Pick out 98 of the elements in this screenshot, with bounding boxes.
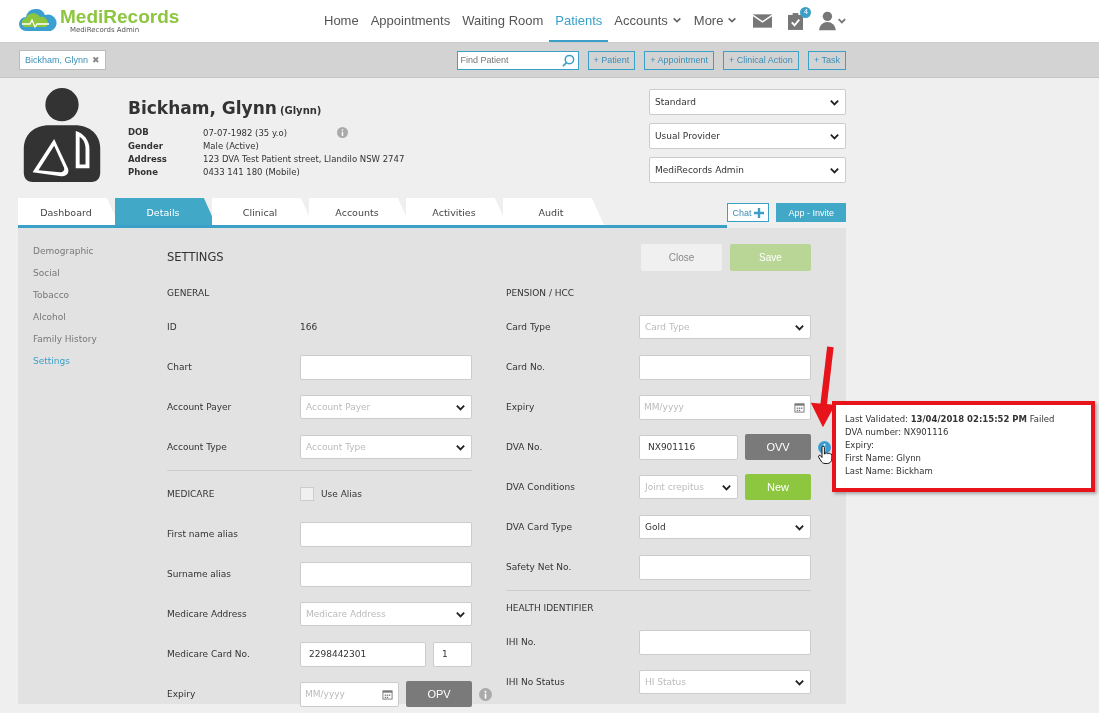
detail-label: Gender [128,141,164,151]
cloud-logo-icon [18,9,58,33]
search-icon [561,53,575,67]
task-check-icon[interactable] [788,12,804,30]
add-button[interactable]: + Appointment [644,50,715,70]
add-button[interactable]: + Clinical Action [723,50,799,70]
field-label: Safety Net No. [506,562,573,572]
field-label: Chart [167,362,193,372]
field-value: 166 [300,322,318,332]
preferred-name: (Glynn) [279,105,322,116]
tab[interactable]: Audit [503,198,604,225]
group-heading: PENSION / HCC [506,288,575,298]
select-field[interactable]: Gold [639,515,811,539]
select-field[interactable]: Joint crepitus [639,475,738,499]
field-label: First name alias [167,529,239,539]
input-field[interactable]: 2298442301 [300,641,426,667]
field-label: Card No. [506,362,546,372]
sidebar-item[interactable]: Demographic [33,246,167,256]
sidebar-item[interactable]: Social [33,268,167,278]
patient-tab[interactable]: Bickham, Glynn ✖ [19,50,107,70]
input-field[interactable]: 1 [433,641,472,667]
field-label: DVA Conditions [506,482,576,492]
select-field[interactable]: Medicare Address [300,602,472,626]
detail-value: Male (Active) [203,141,259,151]
close-icon[interactable]: ✖ [92,55,101,65]
field-label: Card Type [506,322,552,332]
field-label: IHI No Status [506,677,566,687]
calendar-icon [382,688,393,700]
checkbox[interactable] [300,487,314,501]
section-title: SETTINGS [167,250,224,264]
field-label: DVA No. [506,442,544,452]
tooltip-text: Last Validated: 13/04/2018 02:15:52 PM Failed [845,412,1056,426]
tooltip-text: DVA number: NX901116 [845,425,950,439]
group-heading: HEALTH IDENTIFIER [506,603,594,613]
close-button[interactable]: Close [641,243,722,271]
field-label: Expiry [167,689,197,699]
input-field[interactable] [639,629,811,655]
field-label: Surname alias [167,569,233,579]
select-field[interactable]: Card Type [639,315,811,339]
mail-icon[interactable] [753,14,773,28]
field-label: Account Type [167,442,228,452]
add-button[interactable]: + Patient [587,50,636,70]
nav-link[interactable]: Home [318,0,365,42]
group-heading: GENERAL [167,288,210,298]
field-label: DVA Card Type [506,522,573,532]
field-label: Expiry [506,402,536,412]
nav-link[interactable]: Accounts [608,0,688,42]
select-field[interactable]: HI Status [639,670,811,694]
input-field[interactable] [300,521,472,547]
date-field[interactable]: MM/yyyy [300,681,399,707]
sidebar-item[interactable]: Family History [33,334,167,344]
input-field[interactable] [639,554,811,580]
date-field[interactable]: MM/yyyy [639,394,811,420]
user-menu-icon[interactable] [819,11,848,31]
checkbox-label: Use Alias [321,489,363,499]
detail-value: 0433 141 180 (Mobile) [203,167,300,177]
action-button[interactable]: New [745,474,811,500]
field-label: Medicare Card No. [167,649,251,659]
logo-name: MediRecords [60,8,180,26]
sidebar-item[interactable]: Alcohol [33,312,167,322]
input-field[interactable] [639,354,811,380]
detail-label: Address [128,154,168,164]
nav-link[interactable]: Waiting Room [456,0,550,42]
input-field[interactable] [300,354,472,380]
detail-value: 07-07-1982 (35 y.o) [203,127,287,138]
detail-label: Phone [128,167,159,177]
select-field[interactable]: Usual Provider [649,123,846,149]
field-label: IHI No. [506,637,537,647]
group-heading: MEDICARE [167,489,216,499]
chat-button[interactable]: Chat [727,203,770,222]
input-field[interactable] [300,561,472,587]
tooltip-text: Expiry: [845,438,875,452]
action-button[interactable]: OVV [745,434,811,460]
app-invite-button[interactable]: App - Invite [776,203,846,222]
field-label: ID [167,322,178,332]
tooltip-text: First Name: Glynn [845,451,922,465]
chevron-down-icon [727,15,738,25]
select-field[interactable]: MediRecords Admin [649,157,846,183]
sidebar-item[interactable]: Settings [33,356,167,366]
select-field[interactable]: Account Payer [300,395,472,419]
field-label: Medicare Address [167,609,248,619]
action-button[interactable]: OPV [406,681,472,707]
input-field[interactable]: NX901116 [639,434,738,460]
detail-label: DOB [128,127,150,138]
calendar-icon [794,401,805,413]
patient-name: Bickham, Glynn [128,98,277,118]
sidebar-item[interactable]: Tobacco [33,290,167,300]
select-field[interactable]: Standard [649,89,846,115]
plus-icon [754,207,765,218]
nav-link[interactable]: Appointments [364,0,457,42]
detail-value: 123 DVA Test Patient street, Llandilo NSW 2747 [203,154,405,164]
field-label: Account Payer [167,402,233,412]
add-button[interactable]: + Task [807,50,846,70]
tooltip-text: Last Name: Bickham [845,464,934,478]
chevron-down-icon [671,15,682,25]
nav-link[interactable]: More [687,0,744,42]
select-field[interactable]: Account Type [300,435,472,459]
search-field[interactable]: Find Patient [456,50,579,70]
